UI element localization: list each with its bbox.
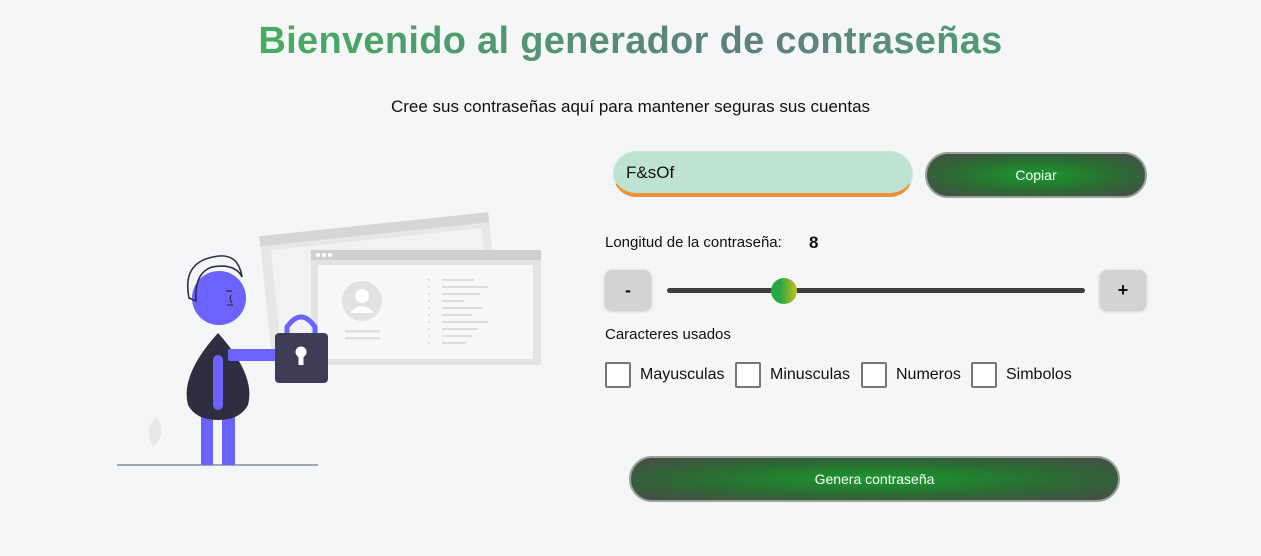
option-minusculas[interactable]: Minusculas bbox=[735, 360, 850, 390]
password-output-field[interactable] bbox=[613, 151, 913, 197]
option-numeros[interactable]: Numeros bbox=[861, 360, 961, 390]
numeros-label: Numeros bbox=[896, 366, 961, 383]
simbolos-checkbox[interactable] bbox=[971, 362, 997, 388]
characters-used-label: Caracteres usados bbox=[605, 326, 731, 343]
mayusculas-label: Mayusculas bbox=[640, 366, 725, 383]
minusculas-checkbox[interactable] bbox=[735, 362, 761, 388]
decrease-length-button[interactable]: - bbox=[605, 270, 651, 310]
length-slider-track[interactable] bbox=[667, 288, 1085, 293]
length-slider-thumb[interactable] bbox=[771, 278, 798, 304]
option-mayusculas[interactable]: Mayusculas bbox=[605, 360, 724, 390]
page-subtitle: Cree sus contraseñas aquí para mantener … bbox=[390, 97, 871, 116]
security-illustration bbox=[117, 212, 541, 466]
numeros-checkbox[interactable] bbox=[861, 362, 887, 388]
generate-password-button[interactable]: Genera contraseña bbox=[629, 456, 1120, 502]
front-window-graphic bbox=[311, 250, 541, 365]
length-label: Longitud de la contraseña: bbox=[605, 234, 782, 251]
leaf-icon bbox=[148, 417, 162, 447]
option-simbolos[interactable]: Simbolos bbox=[971, 360, 1072, 390]
user-avatar-icon bbox=[342, 281, 382, 321]
simbolos-label: Simbolos bbox=[1006, 366, 1072, 383]
mayusculas-checkbox[interactable] bbox=[605, 362, 631, 388]
minusculas-label: Minusculas bbox=[770, 366, 851, 383]
increase-length-button[interactable]: + bbox=[1100, 270, 1146, 310]
length-value: 8 bbox=[809, 233, 819, 252]
page-title: Bienvenido al generador de contraseñas bbox=[0, 20, 1261, 63]
copy-button[interactable]: Copiar bbox=[925, 152, 1147, 198]
